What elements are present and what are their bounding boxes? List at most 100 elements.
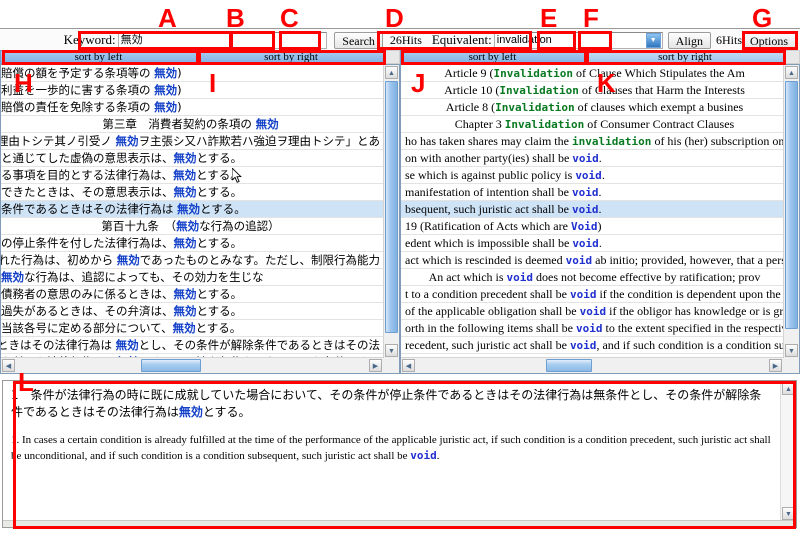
table-row[interactable]: on with another party(ies) shall be void… xyxy=(401,150,784,167)
equivalent-label: Equivalent: xyxy=(431,32,492,47)
scroll-left-icon[interactable]: ◀ xyxy=(402,359,415,372)
row-right-context: とし、その条件が解除条件であるときはその法 xyxy=(138,338,380,352)
scroll-up-icon[interactable]: ▲ xyxy=(385,66,398,79)
row-keyword: invalidation xyxy=(571,135,652,148)
table-row[interactable]: 要件ノ欠缺ヲ理由トシテ其ノ引受ノ 無効ヲ主張シ又ハ詐欺若ハ強迫ヲ理由トシテ」とあ xyxy=(1,133,384,150)
table-row[interactable]: 取り消された行為は、初めから 無効であったものとみなす。ただし、制限行為能力 xyxy=(1,252,384,269)
row-text: se which is against public policy is voi… xyxy=(405,168,605,182)
row-left-context: on with another party(ies) shall be xyxy=(405,151,573,165)
table-row[interactable]: An act which is void does not become eff… xyxy=(401,269,784,286)
table-row[interactable]: 19 (Ratification of Acts which are Void) xyxy=(401,218,784,235)
row-left-context: Article 8 ( xyxy=(445,100,496,114)
left-pane-hscroll-thumb[interactable] xyxy=(141,359,201,372)
row-left-context: Article 10 ( xyxy=(444,83,500,97)
table-row[interactable]: Article 10 (Invalidation of Clauses that… xyxy=(401,82,784,99)
left-pane-horizontal-scrollbar[interactable]: ◀ ▶ xyxy=(1,357,384,373)
detail-japanese-post: とする。 xyxy=(202,405,251,419)
table-row[interactable]: 賠償の責任を免除する条項の 無効) xyxy=(1,99,384,116)
right-pane-horizontal-scrollbar[interactable]: ◀ ▶ xyxy=(401,357,784,373)
row-text: of the applicable obligation shall be vo… xyxy=(405,304,784,318)
row-left-context: t to a condition precedent shall be xyxy=(405,287,570,301)
table-row[interactable]: る事項を目的とする法律行為は、無効とする。 xyxy=(1,167,384,184)
detail-pane-vertical-scrollbar[interactable]: ▲ ▼ xyxy=(780,381,796,521)
left-pane-vertical-scrollbar[interactable]: ▲ ▼ xyxy=(383,65,399,358)
table-row[interactable]: of the applicable obligation shall be vo… xyxy=(401,303,784,320)
table-row[interactable]: Chapter 3 Invalidation of Consumer Contr… xyxy=(401,116,784,133)
table-row[interactable]: t to a condition precedent shall be void… xyxy=(401,286,784,303)
row-keyword: void xyxy=(575,169,602,182)
row-text: An act which is void does not become eff… xyxy=(429,270,761,284)
table-row[interactable]: できたときは、その意思表示は、無効とする。 xyxy=(1,184,384,201)
left-kwic-row-list[interactable]: 賠償の額を予定する条項等の 無効) 利益を一歩的に害する条項の 無効) 賠償の責任を… xyxy=(1,65,384,358)
chevron-down-icon[interactable]: ▼ xyxy=(645,32,661,48)
right-pane-hscroll-thumb[interactable] xyxy=(546,359,592,372)
left-pane-vscroll-thumb[interactable] xyxy=(385,81,398,333)
row-text: できたときは、その意思表示は、無効とする。 xyxy=(1,184,243,200)
left-kwic-pane[interactable]: 賠償の額を予定する条項等の 無効) 利益を一歩的に害する条項の 無効) 賠償の責任を… xyxy=(0,64,400,374)
sort-left-pane-by-left[interactable]: sort by left xyxy=(0,50,197,64)
table-row[interactable]: ho has taken shares may claim the invali… xyxy=(401,133,784,150)
row-text: 利益を一歩的に害する条項の 無効) xyxy=(1,82,182,98)
table-row[interactable]: 過失があるときは、その弁済は、無効とする。 xyxy=(1,303,384,320)
row-left-context: 債務者の意思のみに係るときは、 xyxy=(1,287,174,301)
scroll-right-icon[interactable]: ▶ xyxy=(769,359,782,372)
scroll-up-icon[interactable]: ▲ xyxy=(782,382,795,395)
right-kwic-row-list[interactable]: Article 9 (Invalidation of Clause Which … xyxy=(401,65,784,358)
right-pane-vscroll-thumb[interactable] xyxy=(785,81,798,329)
table-row[interactable]: 無効な行為は、追認によっても、その効力を生じな xyxy=(1,269,384,286)
row-right-context: . xyxy=(598,202,602,216)
scroll-down-icon[interactable]: ▼ xyxy=(785,344,798,357)
scroll-left-icon[interactable]: ◀ xyxy=(2,359,15,372)
table-row[interactable]: 条件であるときはその法律行為は 無効とする。 xyxy=(1,201,384,218)
row-right-context: であったものとみなす。ただし、制限行為能力 xyxy=(139,253,380,267)
row-keyword: 無効 xyxy=(177,202,201,216)
row-right-context: if the obligor has knowledge or is gross… xyxy=(609,304,784,318)
row-right-context: とする。 xyxy=(196,287,243,301)
row-right-context: とする。 xyxy=(195,321,242,335)
table-row[interactable]: の停止条件を付した法律行為は、無効とする。 xyxy=(1,235,384,252)
table-row[interactable]: orth in the following items shall be voi… xyxy=(401,320,784,337)
row-left-context: ho has taken shares may claim the xyxy=(405,134,572,148)
row-right-context: ab initio; provided, however, that a per… xyxy=(595,253,784,267)
right-kwic-pane[interactable]: Article 9 (Invalidation of Clause Which … xyxy=(400,64,800,374)
scroll-down-icon[interactable]: ▼ xyxy=(782,507,795,520)
table-row[interactable]: recedent, such juristic act shall be voi… xyxy=(401,337,784,354)
scroll-down-icon[interactable]: ▼ xyxy=(385,344,398,357)
detail-pane[interactable]: 1 条件が法律行為の時に既に成就していた場合において、その条件が停止条件であると… xyxy=(2,380,797,528)
sort-left-pane-by-right[interactable]: sort by right xyxy=(197,50,385,64)
scroll-up-icon[interactable]: ▲ xyxy=(785,66,798,79)
table-row[interactable]: 第百十九条 （無効な行為の追認） xyxy=(1,218,384,235)
row-keyword: 無効 xyxy=(173,185,197,199)
equivalent-select[interactable]: invalidation ▼ xyxy=(493,31,663,49)
row-text: 条件であるときはその法律行為は 無効とする。 xyxy=(1,201,246,217)
table-row[interactable]: 当該各号に定める部分について、無効とする。 xyxy=(1,320,384,337)
row-right-context: とする。 xyxy=(196,185,243,199)
row-text: る事項を目的とする法律行為は、無効とする。 xyxy=(1,167,242,183)
row-left-context: 第百十九条 （ xyxy=(101,219,177,233)
table-row[interactable]: se which is against public policy is voi… xyxy=(401,167,784,184)
table-row[interactable]: bsequent, such juristic act shall be voi… xyxy=(401,201,784,218)
sort-right-pane-by-right[interactable]: sort by right xyxy=(585,50,785,64)
options-button[interactable]: Options xyxy=(742,31,797,49)
table-row[interactable]: Article 9 (Invalidation of Clause Which … xyxy=(401,65,784,82)
align-button[interactable]: Align xyxy=(667,31,712,49)
row-right-context: ヲ主張シ又ハ詐欺若ハ強迫ヲ理由トシテ」とあ xyxy=(138,134,381,148)
keyword-input[interactable] xyxy=(117,31,328,49)
row-left-context: 賠償の額を予定する条項等の xyxy=(1,66,155,80)
table-row[interactable]: 賠償の額を予定する条項等の 無効) xyxy=(1,65,384,82)
table-row[interactable]: と通じてした虚偽の意思表示は、無効とする。 xyxy=(1,150,384,167)
table-row[interactable]: 利益を一歩的に害する条項の 無効) xyxy=(1,82,384,99)
sort-right-pane-by-left[interactable]: sort by left xyxy=(400,50,585,64)
table-row[interactable]: manifestation of intention shall be void… xyxy=(401,184,784,201)
search-button[interactable]: Search xyxy=(334,31,383,49)
right-pane-vertical-scrollbar[interactable]: ▲ ▼ xyxy=(783,65,799,358)
table-row[interactable]: edent which is impossible shall be void. xyxy=(401,235,784,252)
table-row[interactable]: 第三章 消費者契約の条項の 無効 xyxy=(1,116,384,133)
table-row[interactable]: act which is rescinded is deemed void ab… xyxy=(401,252,784,269)
row-keyword: void xyxy=(579,305,607,318)
table-row[interactable]: 条件であるときはその法律行為は 無効とし、その条件が解除条件であるときはその法 xyxy=(1,337,384,354)
table-row[interactable]: Article 8 (Invalidation of clauses which… xyxy=(401,99,784,116)
table-row[interactable]: 債務者の意思のみに係るときは、無効とする。 xyxy=(1,286,384,303)
scroll-right-icon[interactable]: ▶ xyxy=(369,359,382,372)
row-keyword: void xyxy=(506,271,534,284)
